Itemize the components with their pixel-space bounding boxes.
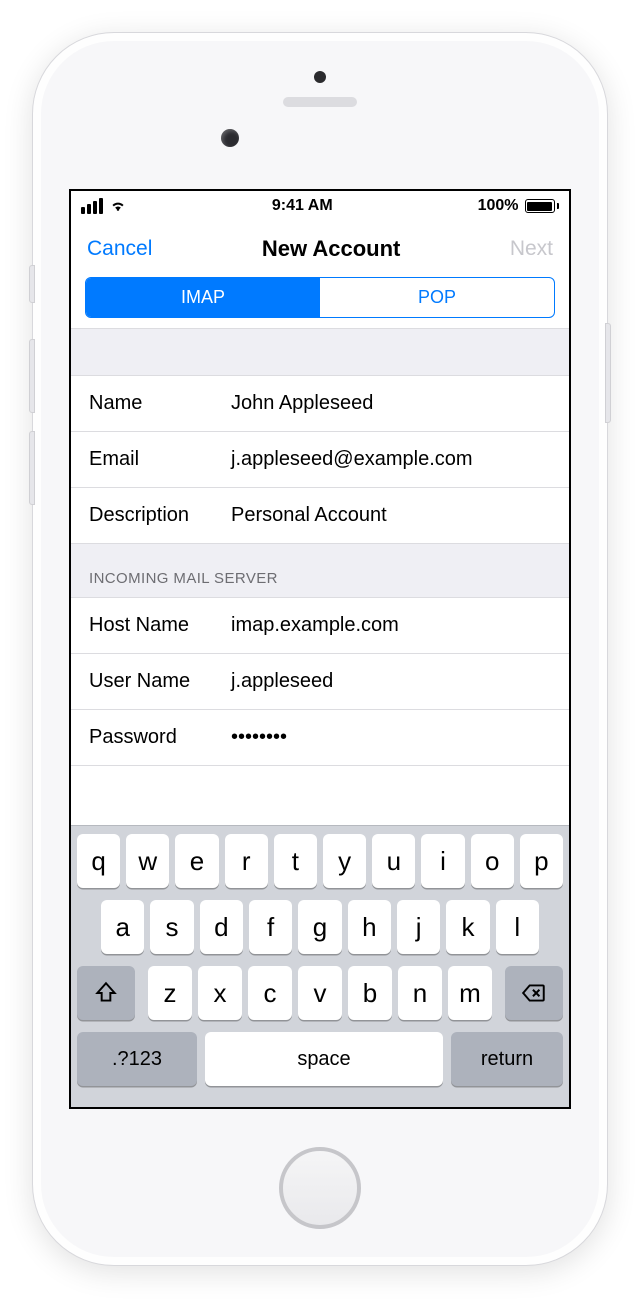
keyboard-row-4: .?123 space return xyxy=(77,1032,563,1086)
key-e[interactable]: e xyxy=(175,834,218,888)
user-name-label: User Name xyxy=(89,670,231,693)
host-name-label: Host Name xyxy=(89,614,231,637)
key-l[interactable]: l xyxy=(496,900,539,954)
status-bar: 9:41 AM 100% xyxy=(71,191,569,221)
key-j[interactable]: j xyxy=(397,900,440,954)
row-name[interactable]: Name John Appleseed xyxy=(71,376,569,432)
segment-pop[interactable]: POP xyxy=(320,278,554,317)
key-s[interactable]: s xyxy=(150,900,193,954)
key-u[interactable]: u xyxy=(372,834,415,888)
return-key[interactable]: return xyxy=(451,1032,563,1086)
row-password[interactable]: Password •••••••• xyxy=(71,710,569,766)
volume-down xyxy=(29,431,35,505)
user-name-field[interactable]: j.appleseed xyxy=(231,670,333,693)
key-k[interactable]: k xyxy=(446,900,489,954)
volume-up xyxy=(29,339,35,413)
key-n[interactable]: n xyxy=(398,966,442,1020)
status-time: 9:41 AM xyxy=(272,197,333,215)
key-d[interactable]: d xyxy=(200,900,243,954)
signal-icon xyxy=(81,198,103,214)
section-gap xyxy=(71,328,569,376)
protocol-segmented: IMAP POP xyxy=(85,277,555,318)
sensor-dot xyxy=(314,71,326,83)
screen: 9:41 AM 100% Cancel New Account Next IMA… xyxy=(69,189,571,1109)
key-g[interactable]: g xyxy=(298,900,341,954)
description-label: Description xyxy=(89,504,231,527)
email-label: Email xyxy=(89,448,231,471)
space-key[interactable]: space xyxy=(205,1032,443,1086)
key-y[interactable]: y xyxy=(323,834,366,888)
keyboard: qwertyuiop asdfghjkl zxcvbnm .?123 space… xyxy=(71,825,569,1107)
backspace-key[interactable] xyxy=(505,966,563,1020)
row-host-name[interactable]: Host Name imap.example.com xyxy=(71,598,569,654)
host-name-field[interactable]: imap.example.com xyxy=(231,614,399,637)
row-user-name[interactable]: User Name j.appleseed xyxy=(71,654,569,710)
home-button[interactable] xyxy=(279,1147,361,1229)
key-c[interactable]: c xyxy=(248,966,292,1020)
nav-bar: Cancel New Account Next xyxy=(71,221,569,277)
name-field[interactable]: John Appleseed xyxy=(231,392,373,415)
row-email[interactable]: Email j.appleseed@example.com xyxy=(71,432,569,488)
earpiece xyxy=(283,97,357,107)
keyboard-row-1: qwertyuiop xyxy=(77,834,563,888)
key-x[interactable]: x xyxy=(198,966,242,1020)
key-v[interactable]: v xyxy=(298,966,342,1020)
email-field[interactable]: j.appleseed@example.com xyxy=(231,448,473,471)
page-title: New Account xyxy=(262,236,401,262)
battery-icon xyxy=(525,199,560,213)
shift-key[interactable] xyxy=(77,966,135,1020)
front-camera xyxy=(221,129,239,147)
key-a[interactable]: a xyxy=(101,900,144,954)
keyboard-row-3: zxcvbnm xyxy=(77,966,563,1020)
key-h[interactable]: h xyxy=(348,900,391,954)
wifi-icon xyxy=(109,197,127,215)
key-q[interactable]: q xyxy=(77,834,120,888)
mute-switch xyxy=(29,265,35,303)
key-m[interactable]: m xyxy=(448,966,492,1020)
mode-key[interactable]: .?123 xyxy=(77,1032,197,1086)
battery-pct: 100% xyxy=(478,197,519,215)
key-p[interactable]: p xyxy=(520,834,563,888)
key-r[interactable]: r xyxy=(225,834,268,888)
password-label: Password xyxy=(89,726,231,749)
key-f[interactable]: f xyxy=(249,900,292,954)
key-w[interactable]: w xyxy=(126,834,169,888)
keyboard-row-2: asdfghjkl xyxy=(77,900,563,954)
key-z[interactable]: z xyxy=(148,966,192,1020)
key-i[interactable]: i xyxy=(421,834,464,888)
incoming-server-header: INCOMING MAIL SERVER xyxy=(71,544,569,598)
key-b[interactable]: b xyxy=(348,966,392,1020)
name-label: Name xyxy=(89,392,231,415)
key-o[interactable]: o xyxy=(471,834,514,888)
segment-imap[interactable]: IMAP xyxy=(86,278,320,317)
password-field[interactable]: •••••••• xyxy=(231,726,287,749)
cancel-button[interactable]: Cancel xyxy=(87,237,152,261)
iphone-frame: 9:41 AM 100% Cancel New Account Next IMA… xyxy=(32,32,608,1266)
row-description[interactable]: Description Personal Account xyxy=(71,488,569,544)
key-t[interactable]: t xyxy=(274,834,317,888)
description-field[interactable]: Personal Account xyxy=(231,504,387,527)
next-button[interactable]: Next xyxy=(510,237,553,261)
power-button xyxy=(605,323,611,423)
